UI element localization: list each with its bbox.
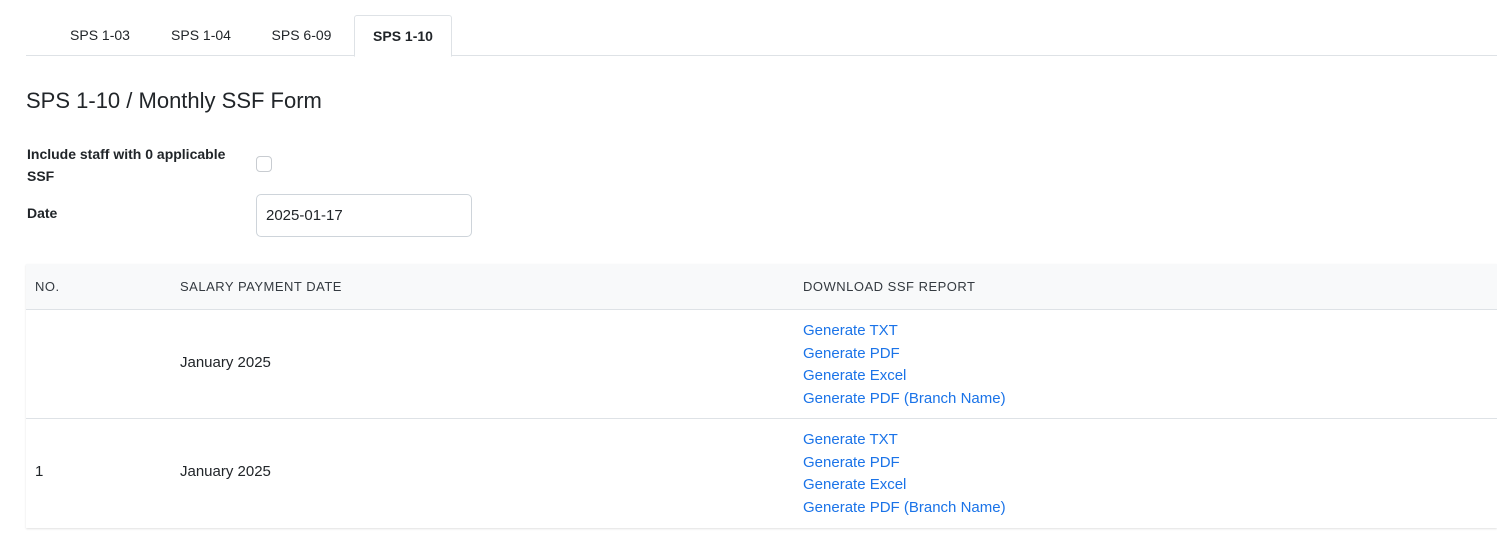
ssf-report-table: NO. SALARY PAYMENT DATE DOWNLOAD SSF REP…	[26, 264, 1497, 528]
date-label: Date	[27, 205, 58, 221]
generate-pdf-link[interactable]: Generate PDF	[803, 343, 1006, 366]
tab-sps-1-04[interactable]: SPS 1-04	[153, 15, 249, 56]
generate-pdf-branch-link[interactable]: Generate PDF (Branch Name)	[803, 497, 1006, 520]
column-header-salary-payment-date: SALARY PAYMENT DATE	[180, 279, 342, 294]
table-row: 1 January 2025 Generate TXT Generate PDF…	[26, 419, 1497, 528]
download-links: Generate TXT Generate PDF Generate Excel…	[803, 320, 1006, 410]
generate-excel-link[interactable]: Generate Excel	[803, 365, 1006, 388]
include-staff-label-line2: SSF	[27, 168, 55, 184]
tab-sps-1-10[interactable]: SPS 1-10	[354, 15, 452, 57]
include-staff-label-line1: Include staff with 0 applicable	[27, 146, 226, 162]
generate-txt-link[interactable]: Generate TXT	[803, 320, 1006, 343]
page: SPS 1-03 SPS 1-04 SPS 6-09 SPS 1-10 SPS …	[0, 0, 1497, 536]
page-title: SPS 1-10 / Monthly SSF Form	[26, 88, 322, 113]
generate-pdf-link[interactable]: Generate PDF	[803, 452, 1006, 475]
table-row: January 2025 Generate TXT Generate PDF G…	[26, 310, 1497, 419]
generate-excel-link[interactable]: Generate Excel	[803, 474, 1006, 497]
include-staff-label: Include staff with 0 applicable SSF	[27, 143, 225, 187]
tab-bar: SPS 1-03 SPS 1-04 SPS 6-09 SPS 1-10	[26, 15, 1497, 57]
row-salary-payment-date: January 2025	[180, 463, 271, 480]
download-links: Generate TXT Generate PDF Generate Excel…	[803, 429, 1006, 519]
tab-sps-1-03[interactable]: SPS 1-03	[47, 15, 153, 56]
generate-pdf-branch-link[interactable]: Generate PDF (Branch Name)	[803, 388, 1006, 411]
generate-txt-link[interactable]: Generate TXT	[803, 429, 1006, 452]
column-header-download-ssf-report: DOWNLOAD SSF REPORT	[803, 279, 976, 294]
include-staff-checkbox[interactable]	[256, 156, 272, 172]
tab-sps-6-09[interactable]: SPS 6-09	[249, 15, 354, 56]
row-salary-payment-date: January 2025	[180, 354, 271, 371]
table-header: NO. SALARY PAYMENT DATE DOWNLOAD SSF REP…	[26, 264, 1497, 310]
row-no: 1	[35, 463, 44, 480]
column-header-no: NO.	[35, 279, 60, 294]
date-input[interactable]	[256, 194, 472, 237]
